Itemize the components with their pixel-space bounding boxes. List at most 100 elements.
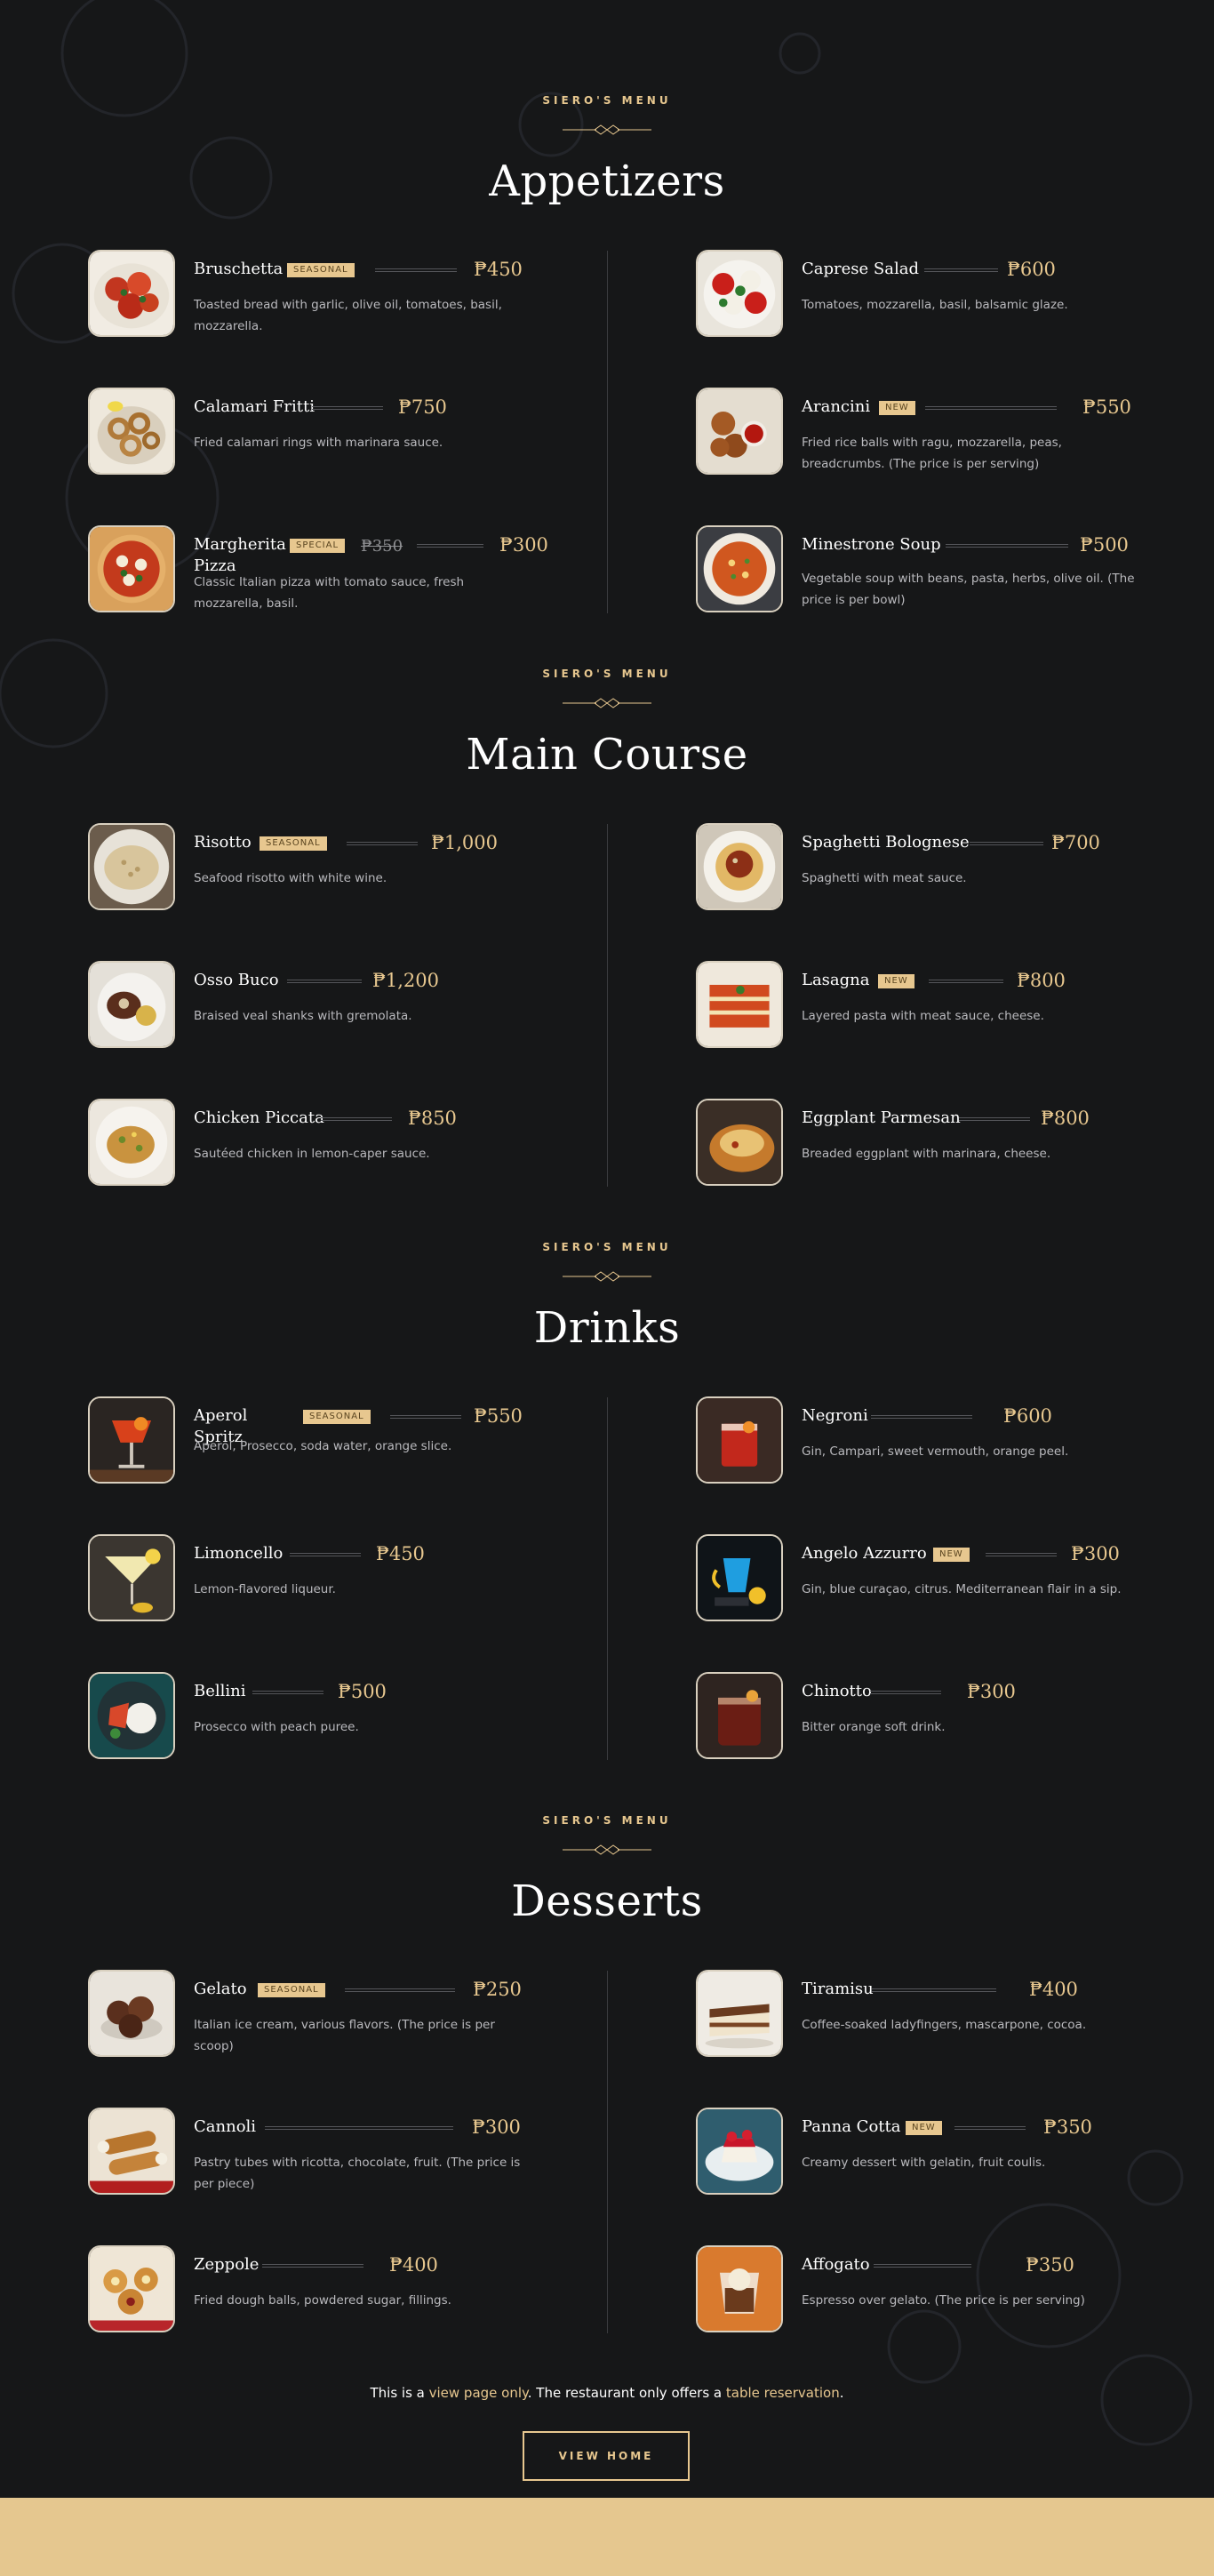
item-price: ₱300	[1071, 1543, 1120, 1564]
price-leader	[390, 1415, 461, 1419]
item-name: Bruschetta	[194, 260, 284, 278]
item-description: Sautéed chicken in lemon-caper sauce.	[194, 1147, 430, 1161]
item-price: ₱550	[474, 1405, 523, 1427]
item-description: Tomatoes, mozzarella, basil, balsamic gl…	[802, 298, 1068, 312]
item-name: Chinotto	[802, 1682, 872, 1700]
bruschetta-photo	[88, 250, 175, 337]
section-eyebrow: SIERO'S MENU	[542, 1241, 672, 1253]
risotto-photo	[88, 823, 175, 910]
soup-photo	[696, 525, 783, 612]
menu-item-negroni[interactable]: Negroni ₱600 Gin, Campari, sweet vermout…	[696, 1396, 1194, 1494]
price-leader	[290, 1553, 361, 1556]
menu-item-tiramisu[interactable]: Tiramisu ₱400 Coffee-soaked ladyfingers,…	[696, 1970, 1194, 2068]
item-price: ₱800	[1017, 970, 1066, 991]
price-leader	[345, 1988, 455, 1992]
column-divider	[607, 1397, 608, 1760]
item-name: Tiramisu	[802, 1980, 874, 1998]
ornament-icon	[563, 1271, 651, 1282]
menu-item-zeppole[interactable]: Zeppole ₱400 Fried dough balls, powdered…	[88, 2245, 586, 2343]
price-leader	[925, 406, 1057, 410]
price-leader	[375, 268, 457, 272]
table-reservation-link[interactable]: table reservation	[726, 2385, 840, 2401]
item-name: Limoncello	[194, 1544, 284, 1563]
menu-item-affogato[interactable]: Affogato ₱350 Espresso over gelato. (The…	[696, 2245, 1194, 2343]
menu-item-eggplant-parmesan[interactable]: Eggplant Parmesan ₱800 Breaded eggplant …	[696, 1099, 1194, 1196]
section-eyebrow: SIERO'S MENU	[542, 94, 672, 107]
ornament-icon	[563, 1844, 651, 1855]
cannoli-photo	[88, 2108, 175, 2195]
price-leader	[312, 406, 383, 410]
price-leader	[959, 1117, 1030, 1121]
item-price: ₱1,000	[431, 832, 498, 853]
item-price: ₱600	[1007, 259, 1056, 280]
price-leader	[924, 268, 998, 272]
item-price: ₱500	[1080, 534, 1129, 556]
affogato-photo	[696, 2245, 783, 2332]
item-price: ₱300	[967, 1681, 1016, 1702]
menu-item-limoncello[interactable]: Limoncello ₱450 Lemon-flavored liqueur.	[88, 1534, 586, 1632]
item-description: Pastry tubes with ricotta, chocolate, fr…	[194, 2156, 521, 2191]
menu-item-angelo-azzurro[interactable]: Angelo Azzurro NEW ₱300 Gin, blue curaça…	[696, 1534, 1194, 1632]
footer-note-suffix: .	[839, 2385, 844, 2401]
menu-item-minestrone-soup[interactable]: Minestrone Soup ₱500 Vegetable soup with…	[696, 525, 1194, 623]
price-leader	[874, 2264, 971, 2268]
item-price: ₱800	[1041, 1108, 1090, 1129]
item-name: Chicken Piccata	[194, 1108, 324, 1127]
item-price: ₱400	[1029, 1979, 1078, 2000]
item-name: Risotto	[194, 833, 252, 852]
item-price: ₱250	[473, 1979, 522, 2000]
footer-note: This is a view page only. The restaurant…	[0, 2385, 1214, 2401]
item-name: Panna Cotta	[802, 2117, 901, 2136]
item-name: Gelato	[194, 1980, 247, 1998]
item-name: Calamari Fritti	[194, 397, 315, 416]
menu-item-panna-cotta[interactable]: Panna Cotta NEW ₱350 Creamy dessert with…	[696, 2108, 1194, 2205]
menu-item-arancini[interactable]: Arancini NEW ₱550 Fried rice balls with …	[696, 388, 1194, 485]
view-home-button[interactable]: VIEW HOME	[523, 2431, 690, 2481]
price-leader	[970, 842, 1043, 845]
limoncello-photo	[88, 1534, 175, 1621]
item-description: Gin, Campari, sweet vermouth, orange pee…	[802, 1444, 1069, 1459]
osso-buco-photo	[88, 961, 175, 1048]
menu-item-caprese-salad[interactable]: Caprese Salad ₱600 Tomatoes, mozzarella,…	[696, 250, 1194, 348]
price-leader	[252, 1691, 323, 1694]
section-eyebrow: SIERO'S MENU	[542, 1814, 672, 1827]
price-leader	[871, 1415, 972, 1419]
bellini-photo	[88, 1672, 175, 1759]
item-name: Caprese Salad	[802, 260, 919, 278]
chicken-piccata-photo	[88, 1099, 175, 1186]
item-description: Fried calamari rings with marinara sauce…	[194, 436, 443, 450]
menu-item-bruschetta[interactable]: Bruschetta SEASONAL ₱450 Toasted bread w…	[88, 250, 586, 348]
price-leader	[929, 980, 1003, 983]
item-price: ₱450	[376, 1543, 425, 1564]
gelato-photo	[88, 1970, 175, 2057]
menu-item-osso-buco[interactable]: Osso Buco ₱1,200 Braised veal shanks wit…	[88, 961, 586, 1059]
menu-item-margherita-pizza[interactable]: Margherita Pizza SPECIAL ₱350 ₱300 Class…	[88, 525, 586, 623]
item-description: Vegetable soup with beans, pasta, herbs,…	[802, 572, 1135, 607]
section-eyebrow: SIERO'S MENU	[542, 668, 672, 680]
item-description: Italian ice cream, various flavors. (The…	[194, 2018, 495, 2053]
section-title: Main Course	[466, 730, 748, 780]
menu-item-chicken-piccata[interactable]: Chicken Piccata ₱850 Sautéed chicken in …	[88, 1099, 586, 1196]
item-name: Angelo Azzurro	[802, 1544, 927, 1563]
view-page-only-link[interactable]: view page only	[429, 2385, 528, 2401]
menu-item-aperol-spritz[interactable]: Aperol Spritz SEASONAL ₱550 Aperol, Pros…	[88, 1396, 586, 1494]
menu-item-spaghetti-bolognese[interactable]: Spaghetti Bolognese ₱700 Spaghetti with …	[696, 823, 1194, 921]
aperol-photo	[88, 1396, 175, 1484]
menu-item-chinotto[interactable]: Chinotto ₱300 Bitter orange soft drink.	[696, 1672, 1194, 1770]
ornament-icon	[563, 124, 651, 135]
menu-item-lasagna[interactable]: Lasagna NEW ₱800 Layered pasta with meat…	[696, 961, 1194, 1059]
menu-item-cannoli[interactable]: Cannoli ₱300 Pastry tubes with ricotta, …	[88, 2108, 586, 2205]
menu-item-calamari-fritti[interactable]: Calamari Fritti ₱750 Fried calamari ring…	[88, 388, 586, 485]
menu-item-gelato[interactable]: Gelato SEASONAL ₱250 Italian ice cream, …	[88, 1970, 586, 2068]
item-name: Zeppole	[194, 2255, 260, 2274]
section-title: Desserts	[511, 1876, 703, 1926]
pizza-photo	[88, 525, 175, 612]
item-badge: SPECIAL	[290, 539, 346, 553]
item-description: Toasted bread with garlic, olive oil, to…	[194, 298, 502, 333]
footer-note-middle: . The restaurant only offers a	[527, 2385, 726, 2401]
item-price: ₱1,200	[372, 970, 439, 991]
menu-item-risotto[interactable]: Risotto SEASONAL ₱1,000 Seafood risotto …	[88, 823, 586, 921]
item-description: Breaded eggplant with marinara, cheese.	[802, 1147, 1051, 1161]
item-badge: SEASONAL	[287, 263, 355, 277]
menu-item-bellini[interactable]: Bellini ₱500 Prosecco with peach puree.	[88, 1672, 586, 1770]
